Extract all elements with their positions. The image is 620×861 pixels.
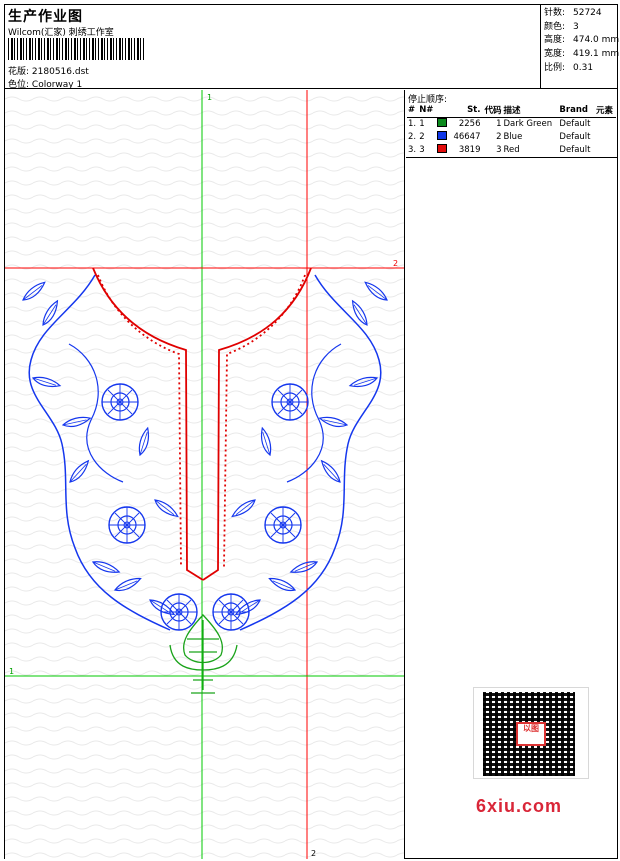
stitch-count: 2256 (458, 118, 481, 129)
brand-name: Default (559, 144, 591, 155)
color-swatch-green (436, 117, 449, 130)
guide-label-h1: 1 (9, 667, 14, 676)
page-title: 生产作业图 (8, 9, 83, 25)
watermark-logo: 6xiu.com (476, 796, 563, 816)
scale-value: 0.31 (573, 62, 594, 73)
color-description: Red (503, 144, 520, 155)
stop-sequence-panel: 停止顺序: # N# St. 代码 描述 Brand 元素 1. 1 2256 1 Da… (406, 90, 617, 859)
column-description: 描述 (502, 104, 559, 118)
scale-row: 比例: 0.31 (544, 62, 619, 76)
colorway-field: 色位: Colorway 1 (8, 77, 82, 90)
stitch-count-row: 针数: 52724 (544, 7, 619, 21)
column-color (436, 104, 450, 118)
color-description: Blue (503, 131, 523, 142)
design-statistics: 针数: 52724 颜色: 3 高度: 474.0 mm 宽度: 419.1 mm 比例… (544, 7, 619, 76)
color-code: 3 (496, 144, 502, 155)
colors-row: 颜色: 3 (544, 21, 619, 35)
element-cell (595, 130, 616, 143)
production-worksheet: 生产作业图 Wilcom(汇家) 刺绣工作室 花版: 2180516.dst 色… (4, 4, 619, 859)
width-label: 宽度: (544, 49, 566, 60)
studio-name: Wilcom(汇家) 刺绣工作室 (8, 28, 114, 38)
width-row: 宽度: 419.1 mm (544, 48, 619, 62)
color-code: 1 (496, 118, 502, 129)
color-chip (437, 131, 448, 140)
qr-code: 以图 (473, 687, 589, 779)
row-number: 2 (419, 131, 425, 142)
guide-label-v2: 2 (311, 849, 316, 858)
width-value: 419.1 mm (573, 49, 620, 60)
guide-label-v1: 1 (207, 93, 212, 102)
color-chip (437, 144, 448, 153)
row-index: 2. (408, 131, 417, 142)
color-description: Dark Green (503, 118, 553, 129)
element-cell (595, 117, 616, 130)
worksheet-header: 生产作业图 Wilcom(汇家) 刺绣工作室 花版: 2180516.dst 色… (5, 5, 619, 90)
table-divider (406, 157, 617, 158)
row-index: 1. (408, 118, 417, 129)
column-stitches: St. (449, 104, 482, 118)
stitch-count: 3819 (458, 144, 481, 155)
height-value: 474.0 mm (573, 35, 620, 46)
colors-label: 颜色: (544, 21, 566, 32)
colors-value: 3 (573, 21, 579, 32)
brand-name: Default (559, 118, 591, 129)
column-code: 代码 (481, 104, 503, 118)
table-row: 3. 3 3819 3 Red Default (407, 143, 616, 156)
embroidery-preview: 1 2 1 2 (5, 90, 405, 859)
qr-stamp: 以图 (516, 722, 546, 746)
column-index: # (407, 104, 419, 118)
row-index: 3. (408, 144, 417, 155)
pattern-label: 花版: (8, 67, 30, 77)
row-number: 1 (419, 118, 425, 129)
column-number: N# (418, 104, 437, 118)
row-number: 3 (419, 144, 425, 155)
height-row: 高度: 474.0 mm (544, 34, 619, 48)
table-row: 2. 2 46647 2 Blue Default (407, 130, 616, 143)
color-code: 2 (496, 131, 502, 142)
guide-label-h2: 2 (393, 259, 398, 268)
color-swatch-blue (436, 130, 449, 143)
stitch-count-label: 针数: (544, 8, 566, 18)
column-element: 元素 (594, 104, 616, 118)
neckline-embroidery-drawing: 1 2 1 2 (5, 90, 404, 859)
pattern-field: 花版: 2180516.dst (8, 64, 89, 77)
stop-sequence-table: # N# St. 代码 描述 Brand 元素 1. 1 2256 1 Dark Gre… (407, 104, 616, 156)
colorway-label: 色位: (8, 80, 30, 90)
color-chip (437, 118, 448, 128)
stitch-count-value: 52724 (573, 8, 602, 18)
element-cell (595, 143, 616, 156)
brand-name: Default (559, 131, 591, 142)
scale-label: 比例: (544, 62, 566, 73)
colorway-value: Colorway 1 (31, 80, 83, 90)
pattern-value: 2180516.dst (31, 67, 89, 77)
color-swatch-red (436, 143, 449, 156)
height-label: 高度: (544, 35, 566, 46)
barcode-image (8, 38, 144, 60)
column-brand: Brand (558, 104, 595, 118)
table-row: 1. 1 2256 1 Dark Green Default (407, 117, 616, 130)
stitch-count: 46647 (453, 131, 481, 142)
header-info: 生产作业图 Wilcom(汇家) 刺绣工作室 花版: 2180516.dst 色… (5, 5, 541, 90)
